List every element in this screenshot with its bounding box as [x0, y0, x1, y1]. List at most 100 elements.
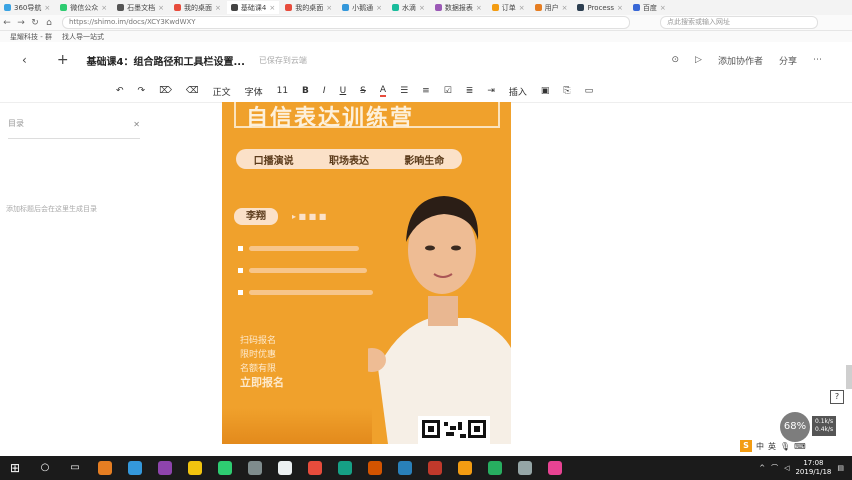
browser-tab[interactable]: 微信公众 ×	[56, 1, 111, 14]
tab-close-icon[interactable]: ×	[476, 4, 482, 12]
tab-favicon-icon	[4, 4, 11, 11]
clear-format-icon[interactable]: ⌫	[186, 86, 199, 96]
browser-tab[interactable]: 石墨文档 ×	[113, 1, 168, 14]
app-icon[interactable]	[188, 461, 202, 475]
clock-date: 2019/1/18	[795, 468, 832, 476]
network-icon[interactable]: ⌒	[771, 463, 778, 473]
app-icon[interactable]	[218, 461, 232, 475]
app-icon[interactable]	[128, 461, 142, 475]
app-icon[interactable]	[398, 461, 412, 475]
sogou-icon[interactable]: S	[740, 440, 752, 452]
page-scrollbar[interactable]	[846, 365, 852, 389]
tab-close-icon[interactable]: ×	[158, 4, 164, 12]
insert-menu[interactable]: 插入	[509, 85, 527, 98]
outline-title: 目录	[8, 119, 24, 128]
poster-image[interactable]: 自信表达训练营 口播演说 职场表达 影响生命 李翔 ▸ ■ ■ ■ 扫码报名 限…	[222, 102, 511, 444]
app-icon[interactable]	[278, 461, 292, 475]
tab-close-icon[interactable]: ×	[44, 4, 50, 12]
task-view-icon[interactable]: ▭	[68, 461, 82, 475]
align-icon[interactable]: ≣	[466, 86, 474, 96]
forward-icon[interactable]: →	[14, 18, 28, 28]
tab-close-icon[interactable]: ×	[376, 4, 382, 12]
bookmark-item[interactable]: 找人导一站式	[62, 32, 104, 42]
url-field[interactable]: https://shimo.im/docs/XCY3KwdWXY	[62, 16, 630, 29]
clock[interactable]: 17:08 2019/1/18	[795, 459, 831, 477]
app-icon[interactable]	[338, 461, 352, 475]
redo-icon[interactable]: ↷	[138, 86, 146, 96]
refresh-icon[interactable]: ↻	[28, 18, 42, 28]
image-icon[interactable]: ▣	[541, 86, 550, 96]
tab-close-icon[interactable]: ×	[101, 4, 107, 12]
ime-lang[interactable]: 中	[756, 441, 764, 452]
app-icon[interactable]	[158, 461, 172, 475]
ime-mode[interactable]: 英	[768, 441, 776, 452]
tab-close-icon[interactable]: ×	[419, 4, 425, 12]
browser-tab[interactable]: 订单 ×	[488, 1, 529, 14]
browser-tab[interactable]: 小鹅通 ×	[338, 1, 386, 14]
tab-favicon-icon	[342, 4, 350, 11]
search-icon[interactable]: ○	[38, 461, 52, 475]
network-speed-ball[interactable]: 68%	[780, 412, 810, 442]
bullet-list-icon[interactable]: ≡	[422, 86, 430, 96]
tab-close-icon[interactable]: ×	[562, 4, 568, 12]
browser-tab[interactable]: 基础课4 ×	[226, 1, 280, 14]
tab-close-icon[interactable]: ×	[660, 4, 666, 12]
mic-icon[interactable]: 🎙	[780, 442, 790, 451]
indent-icon[interactable]: ⇥	[487, 86, 495, 96]
browser-tab[interactable]: 用户 ×	[531, 1, 572, 14]
strikethrough-button[interactable]: S	[360, 86, 366, 96]
close-icon[interactable]: ✕	[133, 120, 140, 129]
notification-icon[interactable]: ▤	[837, 464, 844, 472]
app-icon[interactable]	[248, 461, 262, 475]
comment-icon[interactable]: ▭	[585, 86, 594, 96]
windows-start-icon[interactable]: ⊞	[8, 461, 22, 475]
new-doc-icon[interactable]: +	[57, 52, 69, 68]
browser-search-input[interactable]: 点此搜索或输入网址	[660, 16, 818, 29]
format-painter-icon[interactable]: ⌦	[159, 86, 172, 96]
undo-icon[interactable]: ↶	[116, 86, 124, 96]
share-button[interactable]: 分享	[779, 54, 797, 67]
app-icon[interactable]	[368, 461, 382, 475]
browser-tab[interactable]: 360导航 ×	[0, 1, 54, 14]
paragraph-style-select[interactable]: 正文	[213, 85, 231, 98]
italic-button[interactable]: I	[323, 86, 326, 96]
more-icon[interactable]: ⋯	[813, 55, 822, 65]
home-icon[interactable]: ⌂	[42, 18, 56, 28]
checklist-icon[interactable]: ☑	[444, 86, 452, 96]
present-icon[interactable]: ▷	[695, 55, 702, 65]
underline-button[interactable]: U	[340, 86, 347, 96]
tab-close-icon[interactable]: ×	[617, 4, 623, 12]
app-icon[interactable]	[308, 461, 322, 475]
browser-tab[interactable]: 我的桌面 ×	[170, 1, 225, 14]
browser-tab[interactable]: 水滴 ×	[388, 1, 429, 14]
app-icon[interactable]	[548, 461, 562, 475]
link-icon[interactable]: ⎘	[563, 86, 570, 96]
ordered-list-icon[interactable]: ☰	[400, 86, 408, 96]
font-select[interactable]: 字体	[245, 85, 263, 98]
keyboard-icon[interactable]: ⌨	[794, 442, 806, 451]
bookmark-item[interactable]: 星耀科技 - 群	[10, 32, 52, 42]
tab-close-icon[interactable]: ×	[215, 4, 221, 12]
app-icon[interactable]	[488, 461, 502, 475]
app-icon[interactable]	[428, 461, 442, 475]
browser-tab[interactable]: Process ×	[573, 1, 626, 14]
tab-close-icon[interactable]: ×	[519, 4, 525, 12]
app-icon[interactable]	[518, 461, 532, 475]
help-icon[interactable]: ?	[830, 390, 844, 404]
tray-expand-icon[interactable]: ^	[759, 464, 765, 472]
bold-button[interactable]: B	[302, 86, 309, 96]
back-icon[interactable]: ←	[0, 18, 14, 28]
volume-icon[interactable]: ◁	[784, 464, 789, 472]
browser-tab[interactable]: 数据报表 ×	[431, 1, 486, 14]
history-icon[interactable]: ⊙	[672, 55, 680, 65]
text-color-button[interactable]: A	[379, 85, 387, 97]
add-collaborator-button[interactable]: 添加协作者	[718, 54, 763, 67]
back-arrow-icon[interactable]: ‹	[22, 53, 27, 67]
browser-tab[interactable]: 百度 ×	[629, 1, 670, 14]
tab-close-icon[interactable]: ×	[269, 4, 275, 12]
app-icon[interactable]	[458, 461, 472, 475]
app-icon[interactable]	[98, 461, 112, 475]
browser-tab[interactable]: 我的桌面 ×	[281, 1, 336, 14]
font-size-select[interactable]: 11	[277, 86, 288, 96]
tab-close-icon[interactable]: ×	[326, 4, 332, 12]
